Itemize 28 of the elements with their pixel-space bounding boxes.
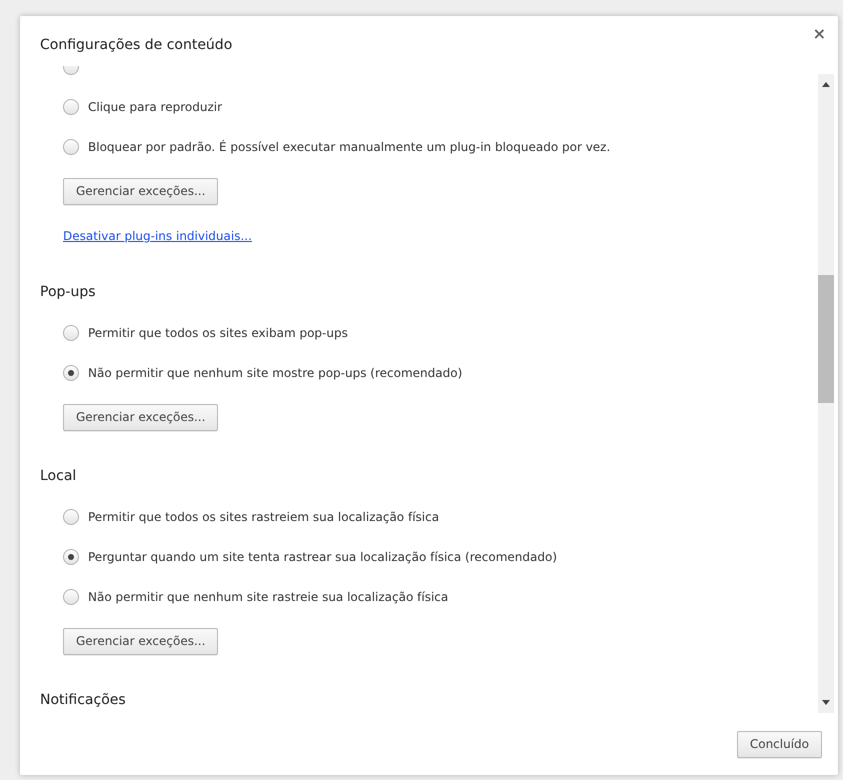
close-button[interactable]: × bbox=[808, 22, 830, 45]
section-heading: Local bbox=[40, 467, 78, 486]
radio-label: Permitir que todos os sites exibam pop-ups bbox=[88, 326, 348, 340]
radio-label: Não permitir que nenhum site mostre pop-ups (recomendado) bbox=[88, 366, 462, 380]
manage-exceptions-button[interactable]: Gerenciar exceções... bbox=[63, 628, 218, 654]
section-heading: Pop-ups bbox=[40, 283, 97, 302]
dialog-title: Configurações de conteúdo bbox=[40, 37, 232, 53]
radio-label: Clique para reproduzir bbox=[88, 100, 222, 114]
disable-plugins-link[interactable]: Desativar plug-ins individuais... bbox=[63, 229, 252, 243]
radio-button[interactable] bbox=[63, 139, 79, 155]
radio-button[interactable] bbox=[63, 549, 79, 565]
manage-exceptions-button[interactable]: Gerenciar exceções... bbox=[63, 404, 218, 430]
radio-label: Perguntar quando um site tenta rastrear sua localização física (recomendado) bbox=[88, 550, 558, 564]
radio-button[interactable] bbox=[63, 99, 79, 115]
radio-label: Bloquear por padrão. É possível executar manualmente um plug-in bloqueado por vez. bbox=[88, 140, 610, 154]
done-button[interactable]: Concluído bbox=[736, 730, 822, 758]
scrollbar[interactable] bbox=[818, 74, 834, 713]
manage-exceptions-button[interactable]: Gerenciar exceções... bbox=[63, 178, 218, 204]
radio-button[interactable] bbox=[63, 509, 79, 525]
radio-button[interactable] bbox=[63, 589, 79, 605]
radio-button[interactable] bbox=[63, 325, 79, 341]
radio-button[interactable] bbox=[63, 365, 79, 381]
scroll-up-icon[interactable] bbox=[822, 82, 830, 87]
scrollbar-thumb[interactable] bbox=[818, 275, 834, 403]
scroll-down-icon[interactable] bbox=[822, 700, 830, 705]
radio-label: Permitir que todos os sites rastreiem sua localização física bbox=[88, 510, 440, 524]
radio-label: Não permitir que nenhum site rastreie sua localização física bbox=[88, 590, 448, 604]
section-heading: Notificações bbox=[40, 691, 127, 710]
